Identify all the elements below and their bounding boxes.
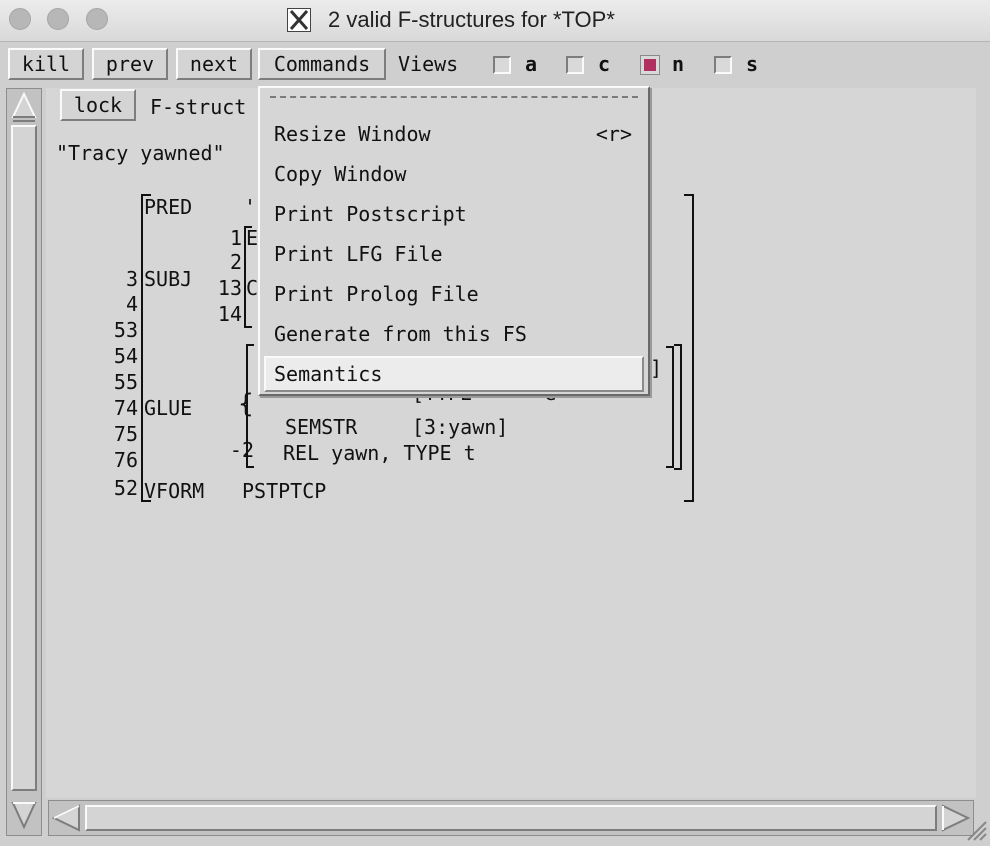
menu-item-copy-window[interactable]: Copy Window [264, 156, 644, 192]
menu-item-print-lfg-file[interactable]: Print LFG File [264, 236, 644, 272]
index-53: 53 [113, 318, 138, 342]
view-a-label: a [525, 52, 538, 76]
menu-item-semantics[interactable]: Semantics [264, 356, 644, 392]
app-window: 2 valid F-structures for *TOP* kill prev… [0, 0, 990, 846]
next-button[interactable]: next [176, 48, 252, 80]
commands-menu-button[interactable]: Commands [258, 48, 386, 80]
x11-app-icon [287, 8, 311, 32]
horizontal-scrollbar[interactable] [48, 800, 974, 836]
index-76: 76 [113, 448, 138, 472]
index-14: 14 [217, 302, 242, 326]
attr-pred: PRED [144, 195, 193, 219]
index-1: 1 [229, 226, 242, 250]
commands-dropdown-menu: Resize Window <r> Copy Window Print Post… [258, 86, 650, 396]
menu-item-label: Print Prolog File [274, 282, 479, 306]
vertical-scroll-thumb[interactable] [11, 125, 37, 791]
index-55: 55 [113, 370, 138, 394]
vform-value: PSTPTCP [242, 479, 327, 503]
kill-button[interactable]: kill [8, 48, 84, 80]
index-13: 13 [217, 276, 242, 300]
window-title: 2 valid F-structures for *TOP* [328, 7, 615, 32]
view-s-label: s [746, 52, 759, 76]
zoom-window-button[interactable] [86, 8, 108, 30]
lock-button[interactable]: lock [60, 89, 136, 121]
index-75: 75 [113, 422, 138, 446]
close-window-button[interactable] [9, 8, 31, 30]
menu-item-generate-from-fs[interactable]: Generate from this FS [264, 316, 644, 352]
vertical-scrollbar[interactable] [6, 88, 42, 836]
horizontal-scroll-thumb[interactable] [85, 805, 937, 831]
menu-item-label: Semantics [274, 362, 383, 386]
glue-right-bracket [674, 344, 682, 470]
menu-item-label: Generate from this FS [274, 322, 527, 346]
menu-item-label: Resize Window [274, 122, 431, 146]
attr-subj: SUBJ [144, 267, 193, 291]
index-54: 54 [113, 344, 138, 368]
menu-item-accelerator: <r> [595, 122, 632, 146]
menu-item-resize-window[interactable]: Resize Window <r> [264, 116, 644, 152]
rel-line: REL yawn, TYPE t [283, 441, 476, 465]
views-label: Views [398, 52, 459, 76]
scroll-down-arrow-icon[interactable] [11, 799, 37, 831]
semstr-value: [3:yawn] [412, 415, 509, 439]
view-c-checkbox[interactable] [566, 56, 584, 74]
index-2: 2 [229, 250, 242, 274]
view-n-checkbox[interactable] [640, 55, 660, 75]
resize-grip-icon[interactable] [962, 814, 988, 842]
outer-left-bracket [141, 194, 151, 502]
index-neg2: -2 [229, 438, 254, 462]
index-4: 4 [125, 292, 138, 316]
index-74: 74 [113, 396, 138, 420]
partial-bracket-tail: ] [650, 356, 663, 380]
view-c-label: c [598, 52, 611, 76]
menu-item-print-postscript[interactable]: Print Postscript [264, 196, 644, 232]
index-52: 52 [113, 476, 138, 500]
view-s-checkbox[interactable] [714, 56, 732, 74]
menu-item-print-prolog-file[interactable]: Print Prolog File [264, 276, 644, 312]
attr-glue: GLUE [144, 396, 193, 420]
sentence-text: "Tracy yawned" [56, 141, 225, 165]
prev-button[interactable]: prev [92, 48, 168, 80]
menu-item-label: Print Postscript [274, 202, 467, 226]
attr-vform: VFORM [144, 479, 205, 503]
subj-left-bracket [244, 226, 252, 328]
title-bar: 2 valid F-structures for *TOP* [0, 0, 990, 42]
menu-item-label: Print LFG File [274, 242, 443, 266]
index-3: 3 [125, 267, 138, 291]
view-a-checkbox[interactable] [493, 56, 511, 74]
minimize-window-button[interactable] [47, 8, 69, 30]
pred-value-partial: ' [244, 195, 257, 219]
view-n-label: n [672, 52, 685, 76]
glue-inner-right-bracket [666, 346, 674, 468]
outer-right-bracket [684, 194, 694, 502]
menu-tearoff-line[interactable] [270, 96, 638, 98]
fstructure-header: F-struct [150, 95, 247, 119]
scroll-up-arrow-icon[interactable] [11, 91, 37, 123]
menu-item-label: Copy Window [274, 162, 407, 186]
scroll-left-arrow-icon[interactable] [51, 803, 83, 833]
attr-semstr: SEMSTR [285, 415, 358, 439]
